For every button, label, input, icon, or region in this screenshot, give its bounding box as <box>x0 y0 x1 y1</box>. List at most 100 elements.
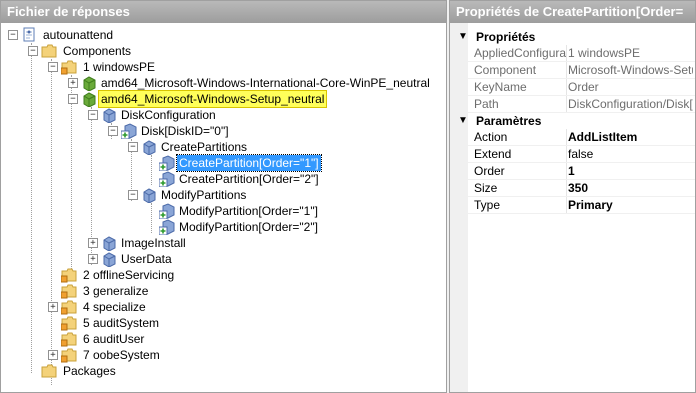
category-parametres[interactable]: ▼ Paramètres <box>450 113 695 129</box>
answer-file-icon <box>23 27 35 42</box>
list-item-icon <box>159 203 175 219</box>
tree-label-setup-component: amd64_Microsoft-Windows-Setup_neutral <box>97 90 328 108</box>
property-row[interactable]: Component Microsoft-Windows-Setup <box>450 62 695 79</box>
tree-label-specialize: 4 specialize <box>83 300 146 314</box>
tree-label-packages: Packages <box>63 364 116 378</box>
setting-icon <box>143 140 156 155</box>
collapse-toggle[interactable]: − <box>108 126 118 136</box>
answer-file-tree[interactable]: − autounattend − Components − 1 windowsP… <box>1 23 446 392</box>
list-item-icon <box>121 123 137 139</box>
tree-line <box>31 43 32 373</box>
expand-toggle[interactable]: + <box>88 238 98 248</box>
tree-label-oobesystem: 7 oobeSystem <box>83 348 160 362</box>
property-name: Size <box>474 180 567 196</box>
answer-file-pane: Fichier de réponses − autounattend − Com… <box>0 0 447 393</box>
property-value: Microsoft-Windows-Setup <box>568 63 693 77</box>
property-row[interactable]: Order 1 <box>450 163 695 180</box>
tree-line <box>151 203 152 233</box>
property-row[interactable]: AppliedConfigurati 1 windowsPE <box>450 45 695 62</box>
tree-label-createpartition-2: CreatePartition[Order="2"] <box>179 172 319 186</box>
property-value[interactable]: 1 <box>568 163 693 179</box>
property-value: Order <box>568 80 599 94</box>
pass-folder-icon <box>61 316 77 331</box>
collapse-toggle[interactable]: − <box>28 46 38 56</box>
tree-line <box>71 75 72 281</box>
property-name: Order <box>474 163 567 179</box>
property-value[interactable]: false <box>568 146 693 162</box>
collapse-toggle[interactable]: − <box>128 190 138 200</box>
list-item-icon <box>159 171 175 187</box>
property-name: KeyName <box>474 79 567 95</box>
property-value: DiskConfiguration/Disk[Dis <box>568 97 693 111</box>
tree-label-generalize: 3 generalize <box>83 284 149 298</box>
setting-icon <box>143 188 156 203</box>
collapse-toggle[interactable]: − <box>68 94 78 104</box>
setting-icon <box>103 236 116 251</box>
tree-label-modifypartition-2: ModifyPartition[Order="2"] <box>179 220 318 234</box>
tree-label-intl-component: amd64_Microsoft-Windows-International-Co… <box>101 76 430 90</box>
property-name: Component <box>474 62 567 78</box>
property-row[interactable]: Action AddListItem <box>450 129 695 146</box>
tree-label-modifypartitions: ModifyPartitions <box>161 188 247 202</box>
tree-label-offlineservicing: 2 offlineServicing <box>83 268 175 282</box>
property-name: Extend <box>474 146 567 162</box>
tree-label-windowspe: 1 windowsPE <box>83 60 156 74</box>
property-row[interactable]: Type Primary <box>450 197 695 214</box>
property-row[interactable]: PathDiskConfiguration/Disk[Dis <box>450 96 695 113</box>
folder-icon <box>41 44 57 58</box>
expand-toggle[interactable]: + <box>68 78 78 88</box>
pass-folder-icon <box>61 300 77 315</box>
expand-toggle[interactable]: + <box>88 254 98 264</box>
pass-folder-icon <box>61 348 77 363</box>
tree-label-components: Components <box>63 44 132 58</box>
tree-line <box>151 155 152 185</box>
component-icon <box>83 76 96 91</box>
property-value[interactable]: 350 <box>568 180 693 196</box>
tree-line <box>51 59 52 385</box>
chevron-down-icon[interactable]: ▼ <box>458 29 468 45</box>
property-value: 1 windowsPE <box>568 46 641 60</box>
tree-label-createpartitions: CreatePartitions <box>161 140 248 154</box>
property-value[interactable]: Primary <box>568 197 693 213</box>
property-name: Type <box>474 197 567 213</box>
properties-pane: Propriétés de CreatePartition[Order= ▼ P… <box>449 0 696 393</box>
collapse-toggle[interactable]: − <box>8 30 18 40</box>
tree-label-userdata: UserData <box>121 252 172 266</box>
property-row[interactable]: Extend false <box>450 146 695 163</box>
property-value[interactable]: AddListItem <box>568 129 693 145</box>
setting-icon <box>103 252 116 267</box>
tree-label-disk: Disk[DiskID="0"] <box>141 124 229 138</box>
property-name: Action <box>474 129 567 145</box>
property-name: AppliedConfigurati <box>474 45 567 61</box>
collapse-toggle[interactable]: − <box>128 142 138 152</box>
property-row[interactable]: Size 350 <box>450 180 695 197</box>
pass-folder-icon <box>61 60 77 75</box>
tree-label-createpartition-1: CreatePartition[Order="1"] <box>176 154 322 172</box>
expand-toggle[interactable]: + <box>48 350 58 360</box>
tree-label-audituser: 6 auditUser <box>83 332 145 346</box>
answer-file-header: Fichier de réponses <box>1 1 446 23</box>
pass-folder-icon <box>61 284 77 299</box>
category-label: Paramètres <box>476 114 542 128</box>
collapse-toggle[interactable]: − <box>88 110 98 120</box>
collapse-toggle[interactable]: − <box>48 62 58 72</box>
pass-folder-icon <box>61 268 77 283</box>
chevron-down-icon[interactable]: ▼ <box>458 113 468 129</box>
category-proprietes[interactable]: ▼ Propriétés <box>450 29 695 45</box>
expand-toggle[interactable]: + <box>48 302 58 312</box>
property-row[interactable]: KeyName Order <box>450 79 695 96</box>
tree-label-modifypartition-1: ModifyPartition[Order="1"] <box>179 204 318 218</box>
tree-label-root: autounattend <box>43 28 114 42</box>
pass-folder-icon <box>61 332 77 347</box>
list-item-icon <box>159 155 175 171</box>
setting-icon <box>103 108 116 123</box>
tree-label-diskconfiguration: DiskConfiguration <box>121 108 216 122</box>
category-label: Propriétés <box>476 30 536 44</box>
folder-icon <box>41 364 57 378</box>
list-item-icon <box>159 219 175 235</box>
tree-label-auditsystem: 5 auditSystem <box>83 316 160 330</box>
component-icon <box>83 92 96 107</box>
property-grid[interactable]: ▼ Propriétés AppliedConfigurati 1 windows… <box>450 29 695 214</box>
property-name: Path <box>474 96 567 112</box>
tree-label-imageinstall: ImageInstall <box>121 236 186 250</box>
